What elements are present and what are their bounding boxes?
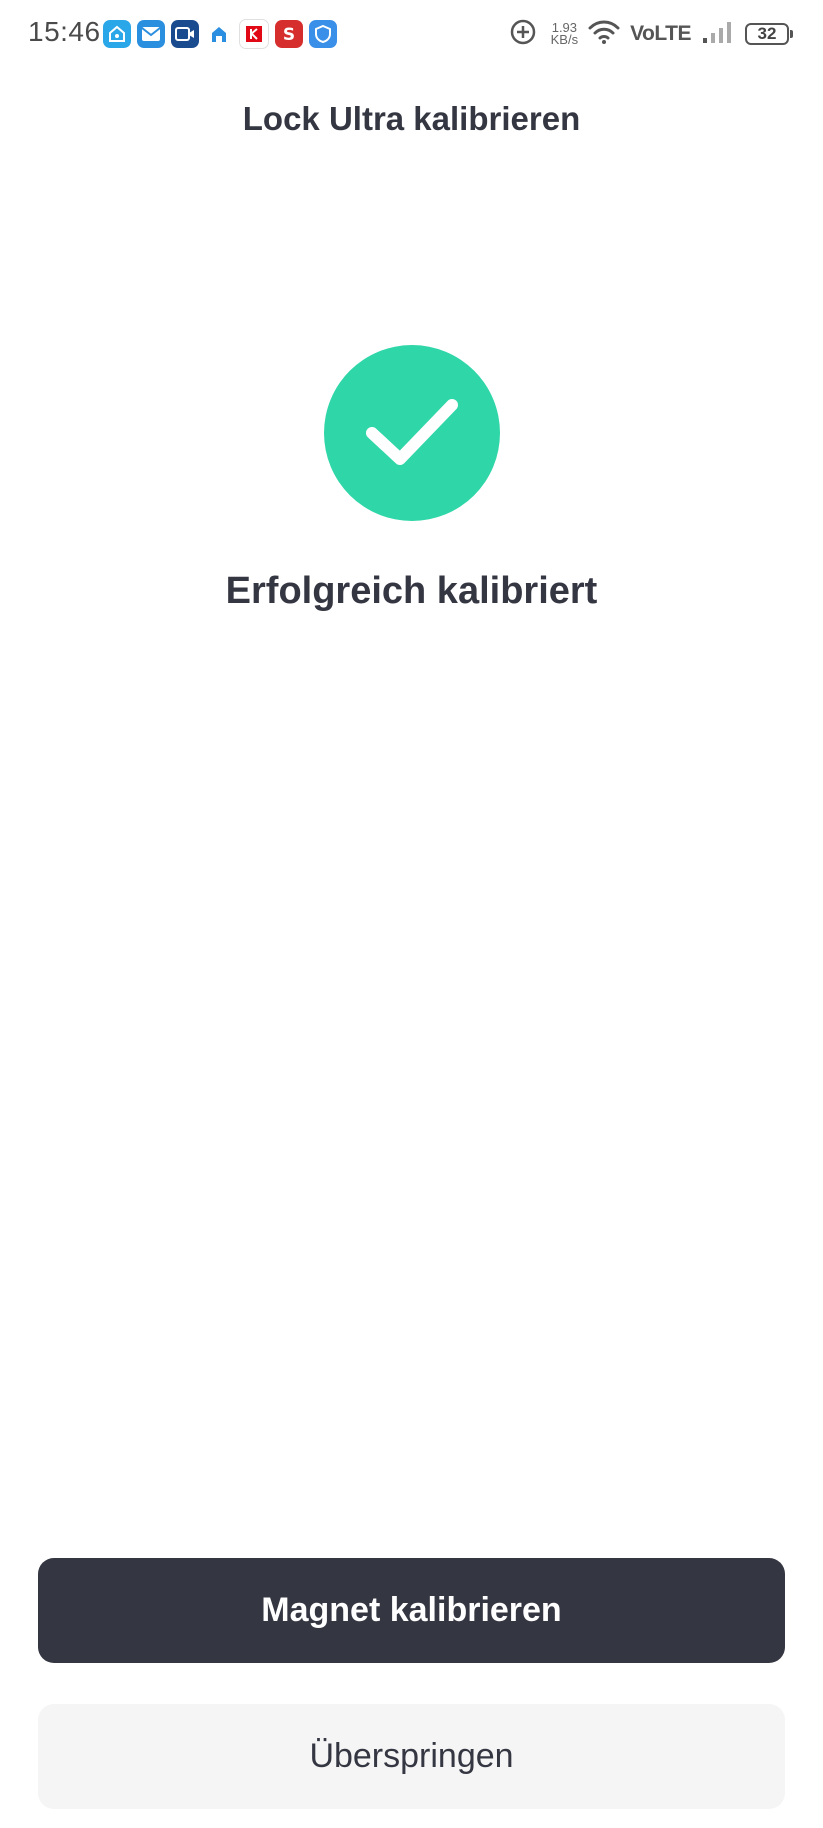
- home-assistant-icon: [103, 20, 131, 48]
- battery-icon: 32: [745, 23, 793, 45]
- wifi-icon: [588, 19, 620, 50]
- success-badge: [324, 345, 500, 521]
- smart-home-icon: [205, 20, 233, 48]
- svg-text:S: S: [283, 25, 295, 44]
- volte-label: VoLTE: [630, 22, 691, 45]
- data-saver-icon: [509, 18, 537, 51]
- shield-app-icon: [309, 20, 337, 48]
- success-message: Erfolgreich kalibriert: [225, 570, 598, 612]
- status-time: 15:46: [28, 16, 101, 47]
- kaufland-icon: [239, 19, 269, 49]
- page-title: Lock Ultra kalibrieren: [242, 100, 581, 137]
- video-call-icon: [171, 20, 199, 48]
- skip-button[interactable]: Überspringen: [38, 1704, 785, 1809]
- battery-level: 32: [757, 24, 777, 43]
- signal-icon: [701, 20, 735, 49]
- status-bar: 15:46 S 1.93 KB/s VoLTE 32: [0, 0, 823, 70]
- network-speed-unit: KB/s: [550, 32, 579, 47]
- calibrate-magnet-button[interactable]: Magnet kalibrieren: [38, 1558, 785, 1663]
- network-speed: 1.93 KB/s: [550, 21, 579, 47]
- status-indicators: 1.93 KB/s VoLTE 32: [509, 16, 793, 52]
- mail-icon: [137, 20, 165, 48]
- s-app-icon: S: [275, 20, 303, 48]
- check-icon: [366, 399, 458, 465]
- notification-icons: S: [103, 19, 337, 49]
